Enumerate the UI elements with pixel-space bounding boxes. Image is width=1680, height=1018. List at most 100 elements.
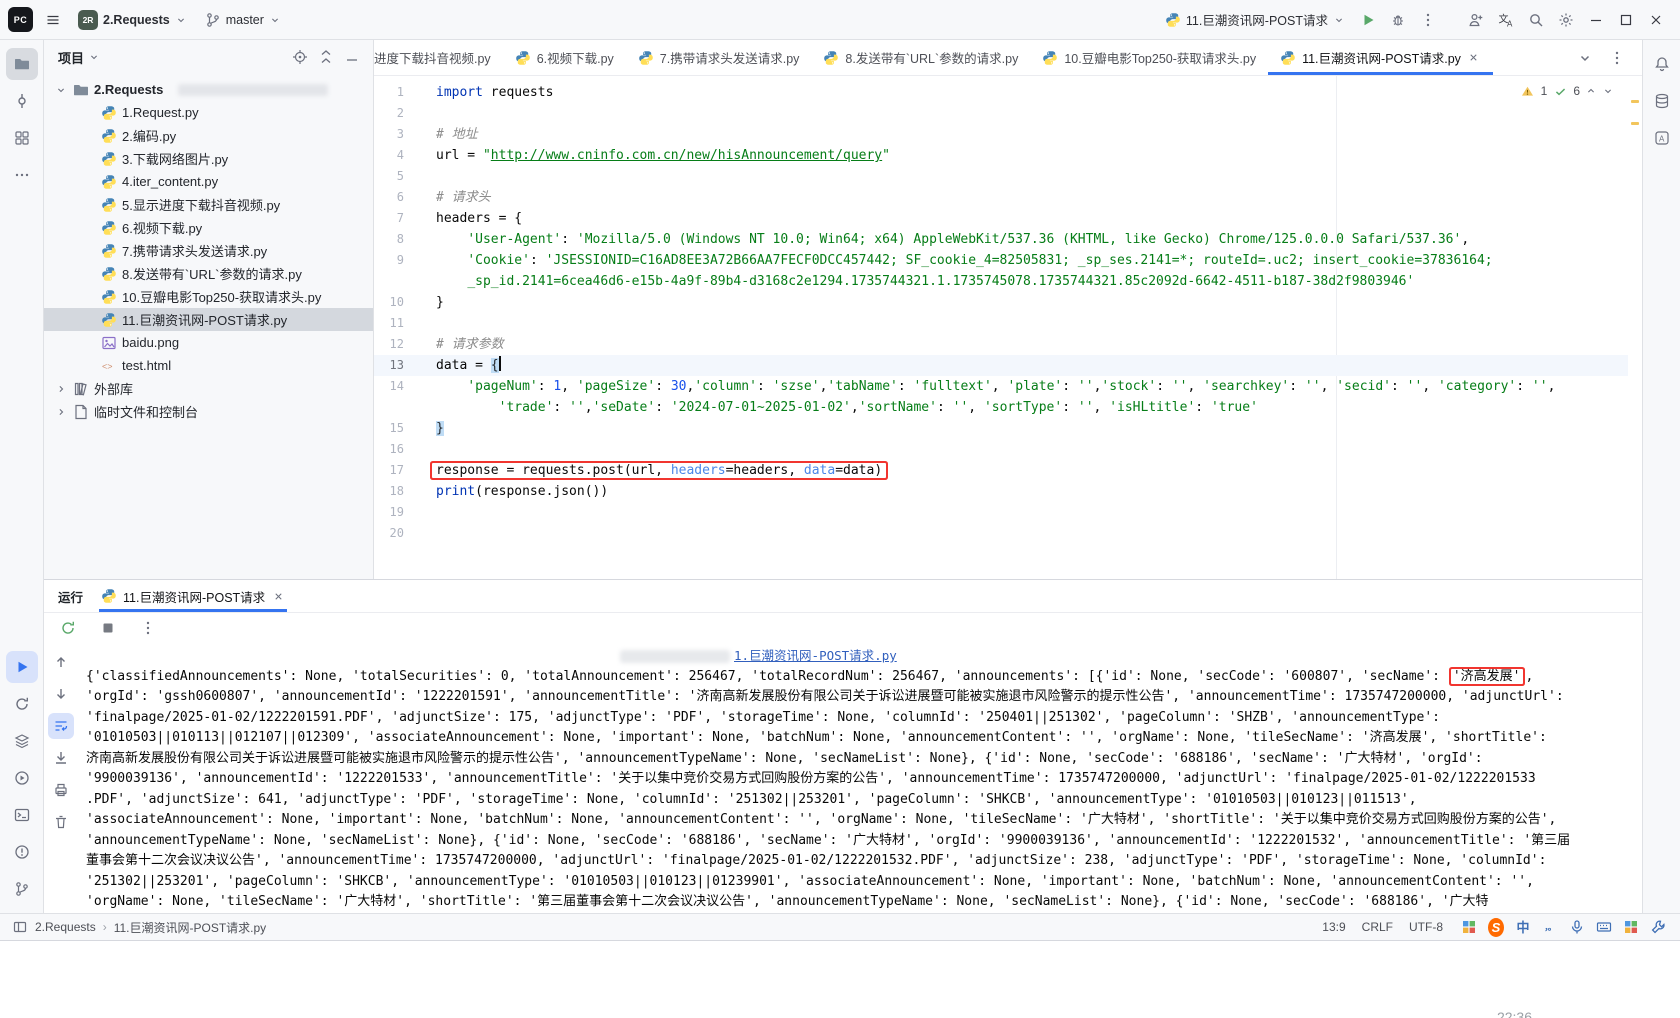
console-line: '251302||253201', 'pageColumn': 'SHKCB',… [86,872,1642,893]
translate-button[interactable]: 文A [1492,6,1520,34]
scroll-up-button[interactable] [48,649,74,675]
tree-item[interactable]: 4.iter_content.py [44,170,373,193]
tree-item[interactable]: 2.Requests [44,78,373,101]
editor-tab[interactable]: 7.携带请求头发送请求.py [626,40,812,75]
search-everywhere-button[interactable] [1522,6,1550,34]
soft-wrap-button[interactable] [48,713,74,739]
tree-chevron-icon[interactable] [54,406,68,418]
ime-voice[interactable] [1567,917,1587,937]
chevron-down-icon[interactable] [1602,85,1614,97]
project-widget[interactable]: 2R 2.Requests [71,6,194,34]
tool-notifications[interactable] [1646,48,1678,80]
tree-item[interactable]: 3.下载网络图片.py [44,147,373,170]
tree-item[interactable]: 外部库 [44,377,373,400]
chevron-down-icon[interactable] [88,51,100,63]
ime-toolbox[interactable] [1648,917,1668,937]
tab-label: 7.携带请求头发送请求.py [659,52,800,66]
branch-widget[interactable]: master [198,8,288,32]
inspections-widget[interactable]: 1 6 [1513,81,1620,101]
run-more-button[interactable] [1414,6,1442,34]
editor-tab[interactable]: 10.豆瓣电影Top250-获取请求头.py [1030,40,1268,75]
ime-punctuation[interactable]: ，。 [1540,917,1560,937]
debug-button[interactable] [1384,6,1412,34]
tool-services[interactable] [6,725,38,757]
settings-button[interactable] [1552,6,1580,34]
tab-options-button[interactable] [1606,47,1628,69]
run-tab[interactable]: 11.巨潮资讯网-POST请求 [99,580,287,612]
chevron-up-icon[interactable] [1585,85,1597,97]
tool-sync[interactable] [6,688,38,720]
tree-item[interactable]: 1.Request.py [44,101,373,124]
run-icon [1360,12,1376,28]
tool-run[interactable] [5,651,38,683]
rerun-button[interactable] [56,616,80,640]
sogou-logo[interactable]: S [1486,917,1506,937]
tool-database[interactable] [1646,85,1678,117]
code-line: 12 # 请求参数 [374,334,1628,355]
tree-item[interactable]: 2.编码.py [44,124,373,147]
clear-all-button[interactable] [48,809,74,835]
tree-item[interactable]: <> test.html [44,354,373,377]
error-stripe[interactable] [1628,76,1642,579]
tool-version-control[interactable] [6,873,38,905]
scroll-down-button[interactable] [48,681,74,707]
run-widget-group: 11.巨潮资讯网-POST请求 [1158,6,1442,34]
tree-item[interactable]: 11.巨潮资讯网-POST请求.py [44,308,373,331]
tree-item[interactable]: 临时文件和控制台 [44,400,373,423]
main-menu-button[interactable] [39,6,67,34]
tool-project[interactable] [5,48,38,80]
caret-position[interactable]: 13:9 [1322,920,1345,934]
plugin-widget[interactable] [1459,917,1479,937]
run-button[interactable] [1354,6,1382,34]
tree-item[interactable]: baidu.png [44,331,373,354]
run-config-selector[interactable]: 11.巨潮资讯网-POST请求 [1158,6,1352,33]
console-file-link[interactable]: 1.巨潮资讯网-POST请求.py [734,646,897,667]
stop-button[interactable] [96,616,120,640]
ime-chinese[interactable]: 中 [1513,917,1533,937]
close-button[interactable] [1642,6,1670,34]
minimize-icon [1588,12,1604,28]
editor-tab[interactable]: 6.视频下载.py [503,40,626,75]
tree-item[interactable]: 6.视频下载.py [44,216,373,239]
editor-tab[interactable]: 11.巨潮资讯网-POST请求.py [1268,40,1493,75]
line-number: 18 [389,484,404,498]
tool-ai-assistant[interactable]: A [1646,122,1678,154]
tab-list-button[interactable] [1574,47,1596,69]
ime-skin[interactable] [1621,917,1641,937]
close-run-tab-icon[interactable] [271,589,285,603]
tool-window-layout-icon[interactable] [12,919,28,935]
console-output[interactable]: 1.巨潮资讯网-POST请求.py {'classifiedAnnounceme… [78,643,1642,913]
status-file[interactable]: 11.巨潮资讯网-POST请求.py [114,919,266,936]
tool-terminal[interactable] [6,799,38,831]
tool-structure[interactable] [6,122,38,154]
print-button[interactable] [48,777,74,803]
ime-keyboard[interactable] [1594,917,1614,937]
tool-commit[interactable] [6,85,38,117]
status-project[interactable]: 2.Requests [35,920,96,934]
close-tab-icon[interactable] [1467,51,1481,65]
editor-tab[interactable]: 8.发送带有`URL`参数的请求.py [811,40,1030,75]
minimize-button[interactable] [1582,6,1610,34]
file-encoding[interactable]: UTF-8 [1409,920,1443,934]
tool-python-console[interactable] [6,762,38,794]
tree-chevron-icon[interactable] [54,383,68,395]
hide-panel-button[interactable] [341,46,363,68]
add-user-button[interactable] [1462,6,1490,34]
locate-file-button[interactable] [289,46,311,68]
tree-item[interactable]: 7.携带请求头发送请求.py [44,239,373,262]
collapse-all-button[interactable] [315,46,337,68]
maximize-button[interactable] [1612,6,1640,34]
tree-item[interactable]: 5.显示进度下载抖音视频.py [44,193,373,216]
tool-problems[interactable] [6,836,38,868]
run-more-options-button[interactable] [136,616,160,640]
editor-tab[interactable]: 进度下载抖音视频.py [374,40,503,75]
tool-more[interactable] [6,159,38,191]
line-number [374,271,410,292]
scroll-to-end-button[interactable] [48,745,74,771]
console-line: {'classifiedAnnouncements': None, 'total… [86,667,1642,688]
tree-item[interactable]: 10.豆瓣电影Top250-获取请求头.py [44,285,373,308]
tree-item[interactable]: 8.发送带有`URL`参数的请求.py [44,262,373,285]
line-separator[interactable]: CRLF [1362,920,1393,934]
tree-chevron-icon[interactable] [54,84,68,96]
code-editor[interactable]: 1 import requests 2 3 # 地址 4 url = "http://www… [374,76,1642,579]
